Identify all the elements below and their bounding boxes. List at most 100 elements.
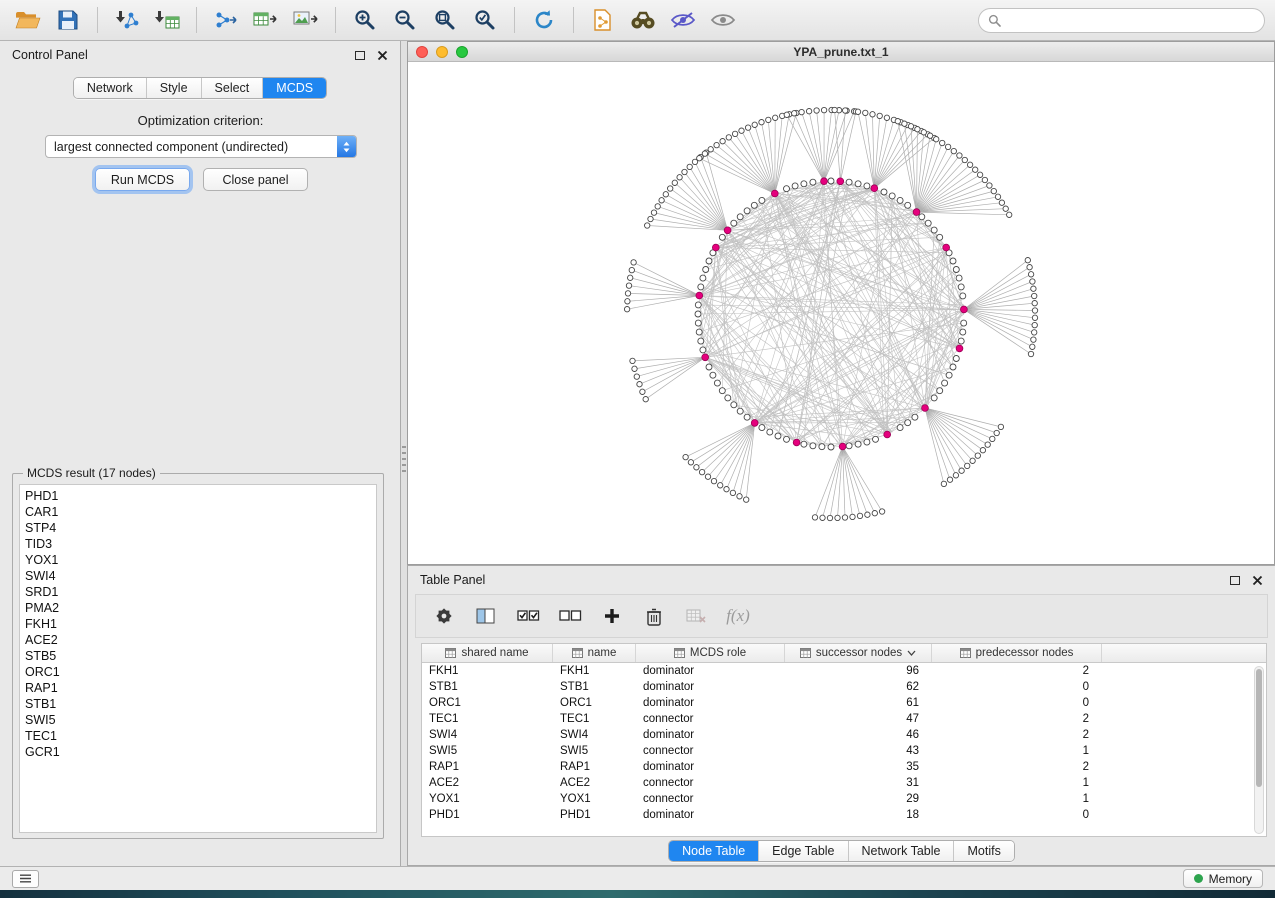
network-leaf-node[interactable] [745, 125, 750, 130]
table-settings-button[interactable] [430, 602, 458, 630]
network-hub-node[interactable] [871, 185, 878, 192]
network-leaf-node[interactable] [655, 204, 660, 209]
control-panel-tab[interactable]: Select [202, 78, 264, 98]
mcds-result-item[interactable]: ORC1 [25, 664, 376, 680]
network-leaf-node[interactable] [694, 465, 699, 470]
network-hub-node[interactable] [712, 244, 719, 251]
network-leaf-node[interactable] [732, 131, 737, 136]
show-all-button[interactable] [705, 3, 741, 37]
table-panel-tab[interactable]: Network Table [849, 841, 955, 861]
network-leaf-node[interactable] [951, 148, 956, 153]
network-leaf-node[interactable] [668, 186, 673, 191]
network-node[interactable] [846, 179, 852, 185]
network-node[interactable] [931, 227, 937, 233]
clone-network-button[interactable] [585, 3, 621, 37]
mcds-result-item[interactable]: PHD1 [25, 488, 376, 504]
control-panel-tab[interactable]: Network [74, 78, 147, 98]
network-leaf-node[interactable] [651, 210, 656, 215]
network-node[interactable] [810, 179, 816, 185]
network-node[interactable] [950, 258, 956, 264]
create-column-button[interactable] [598, 602, 626, 630]
table-scrollbar[interactable] [1254, 666, 1264, 834]
network-leaf-node[interactable] [821, 107, 826, 112]
network-node[interactable] [953, 267, 959, 273]
zoom-fit-button[interactable] [427, 3, 463, 37]
network-leaf-node[interactable] [1030, 279, 1035, 284]
table-row[interactable]: STB1 STB1 dominator 62 0 [422, 679, 1266, 695]
network-leaf-node[interactable] [991, 188, 996, 193]
network-node[interactable] [719, 234, 725, 240]
network-hub-node[interactable] [771, 190, 778, 197]
function-builder-button[interactable]: f(x) [724, 602, 752, 630]
network-canvas[interactable] [408, 62, 1274, 563]
network-node[interactable] [695, 311, 701, 317]
network-leaf-node[interactable] [730, 490, 735, 495]
network-leaf-node[interactable] [998, 424, 1003, 429]
network-leaf-node[interactable] [659, 198, 664, 203]
mcds-result-item[interactable]: PMA2 [25, 600, 376, 616]
network-leaf-node[interactable] [975, 453, 980, 458]
network-leaf-node[interactable] [945, 144, 950, 149]
network-window-titlebar[interactable]: YPA_prune.txt_1 [408, 42, 1274, 62]
network-leaf-node[interactable] [895, 119, 900, 124]
network-node[interactable] [828, 444, 834, 450]
network-node[interactable] [828, 178, 834, 184]
network-hub-node[interactable] [837, 178, 844, 185]
mcds-result-item[interactable]: STB1 [25, 696, 376, 712]
network-leaf-node[interactable] [677, 175, 682, 180]
mcds-result-item[interactable]: SRD1 [25, 584, 376, 600]
network-node[interactable] [696, 329, 702, 335]
network-leaf-node[interactable] [967, 162, 972, 167]
table-panel-tab[interactable]: Edge Table [759, 841, 848, 861]
network-leaf-node[interactable] [850, 514, 855, 519]
network-node[interactable] [698, 284, 704, 290]
network-leaf-node[interactable] [863, 110, 868, 115]
network-leaf-node[interactable] [934, 137, 939, 142]
network-leaf-node[interactable] [982, 177, 987, 182]
network-leaf-node[interactable] [752, 122, 757, 127]
float-panel-icon[interactable] [355, 51, 365, 60]
network-leaf-node[interactable] [965, 463, 970, 468]
network-node[interactable] [784, 436, 790, 442]
network-leaf-node[interactable] [827, 515, 832, 520]
close-panel-icon[interactable] [377, 50, 388, 61]
column-header-successor-nodes[interactable]: successor nodes [785, 644, 932, 662]
network-node[interactable] [864, 183, 870, 189]
table-panel-tab[interactable]: Node Table [669, 841, 759, 861]
table-row[interactable]: RAP1 RAP1 dominator 35 2 [422, 759, 1266, 775]
network-leaf-node[interactable] [631, 260, 636, 265]
network-leaf-node[interactable] [1032, 330, 1037, 335]
network-hub-node[interactable] [884, 431, 891, 438]
zoom-in-button[interactable] [347, 3, 383, 37]
export-image-button[interactable] [288, 3, 324, 37]
network-leaf-node[interactable] [941, 481, 946, 486]
network-node[interactable] [960, 293, 966, 299]
network-leaf-node[interactable] [628, 275, 633, 280]
network-node[interactable] [714, 380, 720, 386]
column-header-shared-name[interactable]: shared name [422, 644, 553, 662]
network-leaf-node[interactable] [806, 109, 811, 114]
network-node[interactable] [744, 414, 750, 420]
network-node[interactable] [855, 441, 861, 447]
network-leaf-node[interactable] [697, 156, 702, 161]
network-leaf-node[interactable] [702, 151, 707, 156]
network-node[interactable] [710, 372, 716, 378]
network-leaf-node[interactable] [1032, 315, 1037, 320]
network-leaf-node[interactable] [908, 124, 913, 129]
network-leaf-node[interactable] [870, 112, 875, 117]
close-table-panel-icon[interactable] [1252, 575, 1263, 586]
network-leaf-node[interactable] [699, 469, 704, 474]
network-leaf-node[interactable] [714, 142, 719, 147]
network-leaf-node[interactable] [812, 515, 817, 520]
network-leaf-node[interactable] [1032, 308, 1037, 313]
network-node[interactable] [725, 395, 731, 401]
network-leaf-node[interactable] [1003, 206, 1008, 211]
network-node[interactable] [737, 408, 743, 414]
network-hub-node[interactable] [724, 227, 731, 234]
network-node[interactable] [751, 202, 757, 208]
mcds-result-item[interactable]: ACE2 [25, 632, 376, 648]
open-session-button[interactable] [10, 3, 46, 37]
select-all-button[interactable] [514, 602, 542, 630]
table-row[interactable]: TEC1 TEC1 connector 47 2 [422, 711, 1266, 727]
float-table-panel-icon[interactable] [1230, 576, 1240, 585]
